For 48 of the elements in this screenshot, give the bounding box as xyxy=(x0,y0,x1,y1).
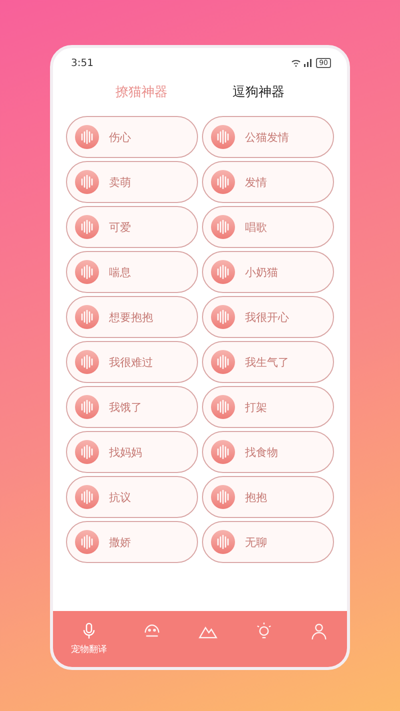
sound-wave-icon xyxy=(211,170,235,194)
sound-wave-icon xyxy=(75,485,99,509)
sound-button[interactable]: 伤心 xyxy=(66,116,198,158)
sound-button[interactable]: 撒娇 xyxy=(66,521,198,563)
sound-button[interactable]: 抱抱 xyxy=(202,476,334,518)
tab[interactable]: 撩猫神器 xyxy=(116,82,168,102)
sound-wave-icon xyxy=(75,350,99,374)
sound-wave-icon xyxy=(211,440,235,464)
sound-button[interactable]: 打架 xyxy=(202,386,334,428)
sound-wave-icon xyxy=(75,170,99,194)
status-time: 3:51 xyxy=(71,58,94,68)
sound-wave-icon xyxy=(75,395,99,419)
sound-wave-icon xyxy=(75,125,99,149)
sound-button[interactable]: 找食物 xyxy=(202,431,334,473)
sound-wave-icon xyxy=(75,530,99,554)
sound-button[interactable]: 公猫发情 xyxy=(202,116,334,158)
sound-button[interactable]: 我很难过 xyxy=(66,341,198,383)
sound-button[interactable]: 小奶猫 xyxy=(202,251,334,293)
sound-wave-icon xyxy=(211,260,235,284)
sound-button[interactable]: 喘息 xyxy=(66,251,198,293)
signal-icon xyxy=(304,59,314,67)
sound-wave-icon xyxy=(75,260,99,284)
sound-wave-icon xyxy=(211,350,235,374)
sound-button[interactable]: 卖萌 xyxy=(66,161,198,203)
sound-wave-icon xyxy=(211,395,235,419)
sound-wave-icon xyxy=(211,215,235,239)
nav-item[interactable] xyxy=(309,621,330,641)
sound-button[interactable]: 我很开心 xyxy=(202,296,334,338)
wifi-icon xyxy=(291,59,302,67)
sound-wave-icon xyxy=(211,125,235,149)
sound-button[interactable]: 想要抱抱 xyxy=(66,296,198,338)
sound-button[interactable]: 我饿了 xyxy=(66,386,198,428)
tab[interactable]: 逗狗神器 xyxy=(232,82,284,102)
sound-wave-icon xyxy=(211,305,235,329)
sound-button[interactable]: 无聊 xyxy=(202,521,334,563)
sound-button[interactable]: 发情 xyxy=(202,161,334,203)
sound-wave-icon xyxy=(75,305,99,329)
sound-button[interactable]: 我生气了 xyxy=(202,341,334,383)
sound-button[interactable]: 找妈妈 xyxy=(66,431,198,473)
nav-item[interactable]: 宠物翻译 xyxy=(70,621,107,656)
sound-button[interactable]: 可爱 xyxy=(66,206,198,248)
person-icon xyxy=(309,621,330,641)
sound-wave-icon xyxy=(75,215,99,239)
sound-wave-icon xyxy=(211,485,235,509)
sound-button[interactable]: 唱歌 xyxy=(202,206,334,248)
sound-button[interactable]: 抗议 xyxy=(66,476,198,518)
sound-wave-icon xyxy=(211,530,235,554)
sound-wave-icon xyxy=(75,440,99,464)
